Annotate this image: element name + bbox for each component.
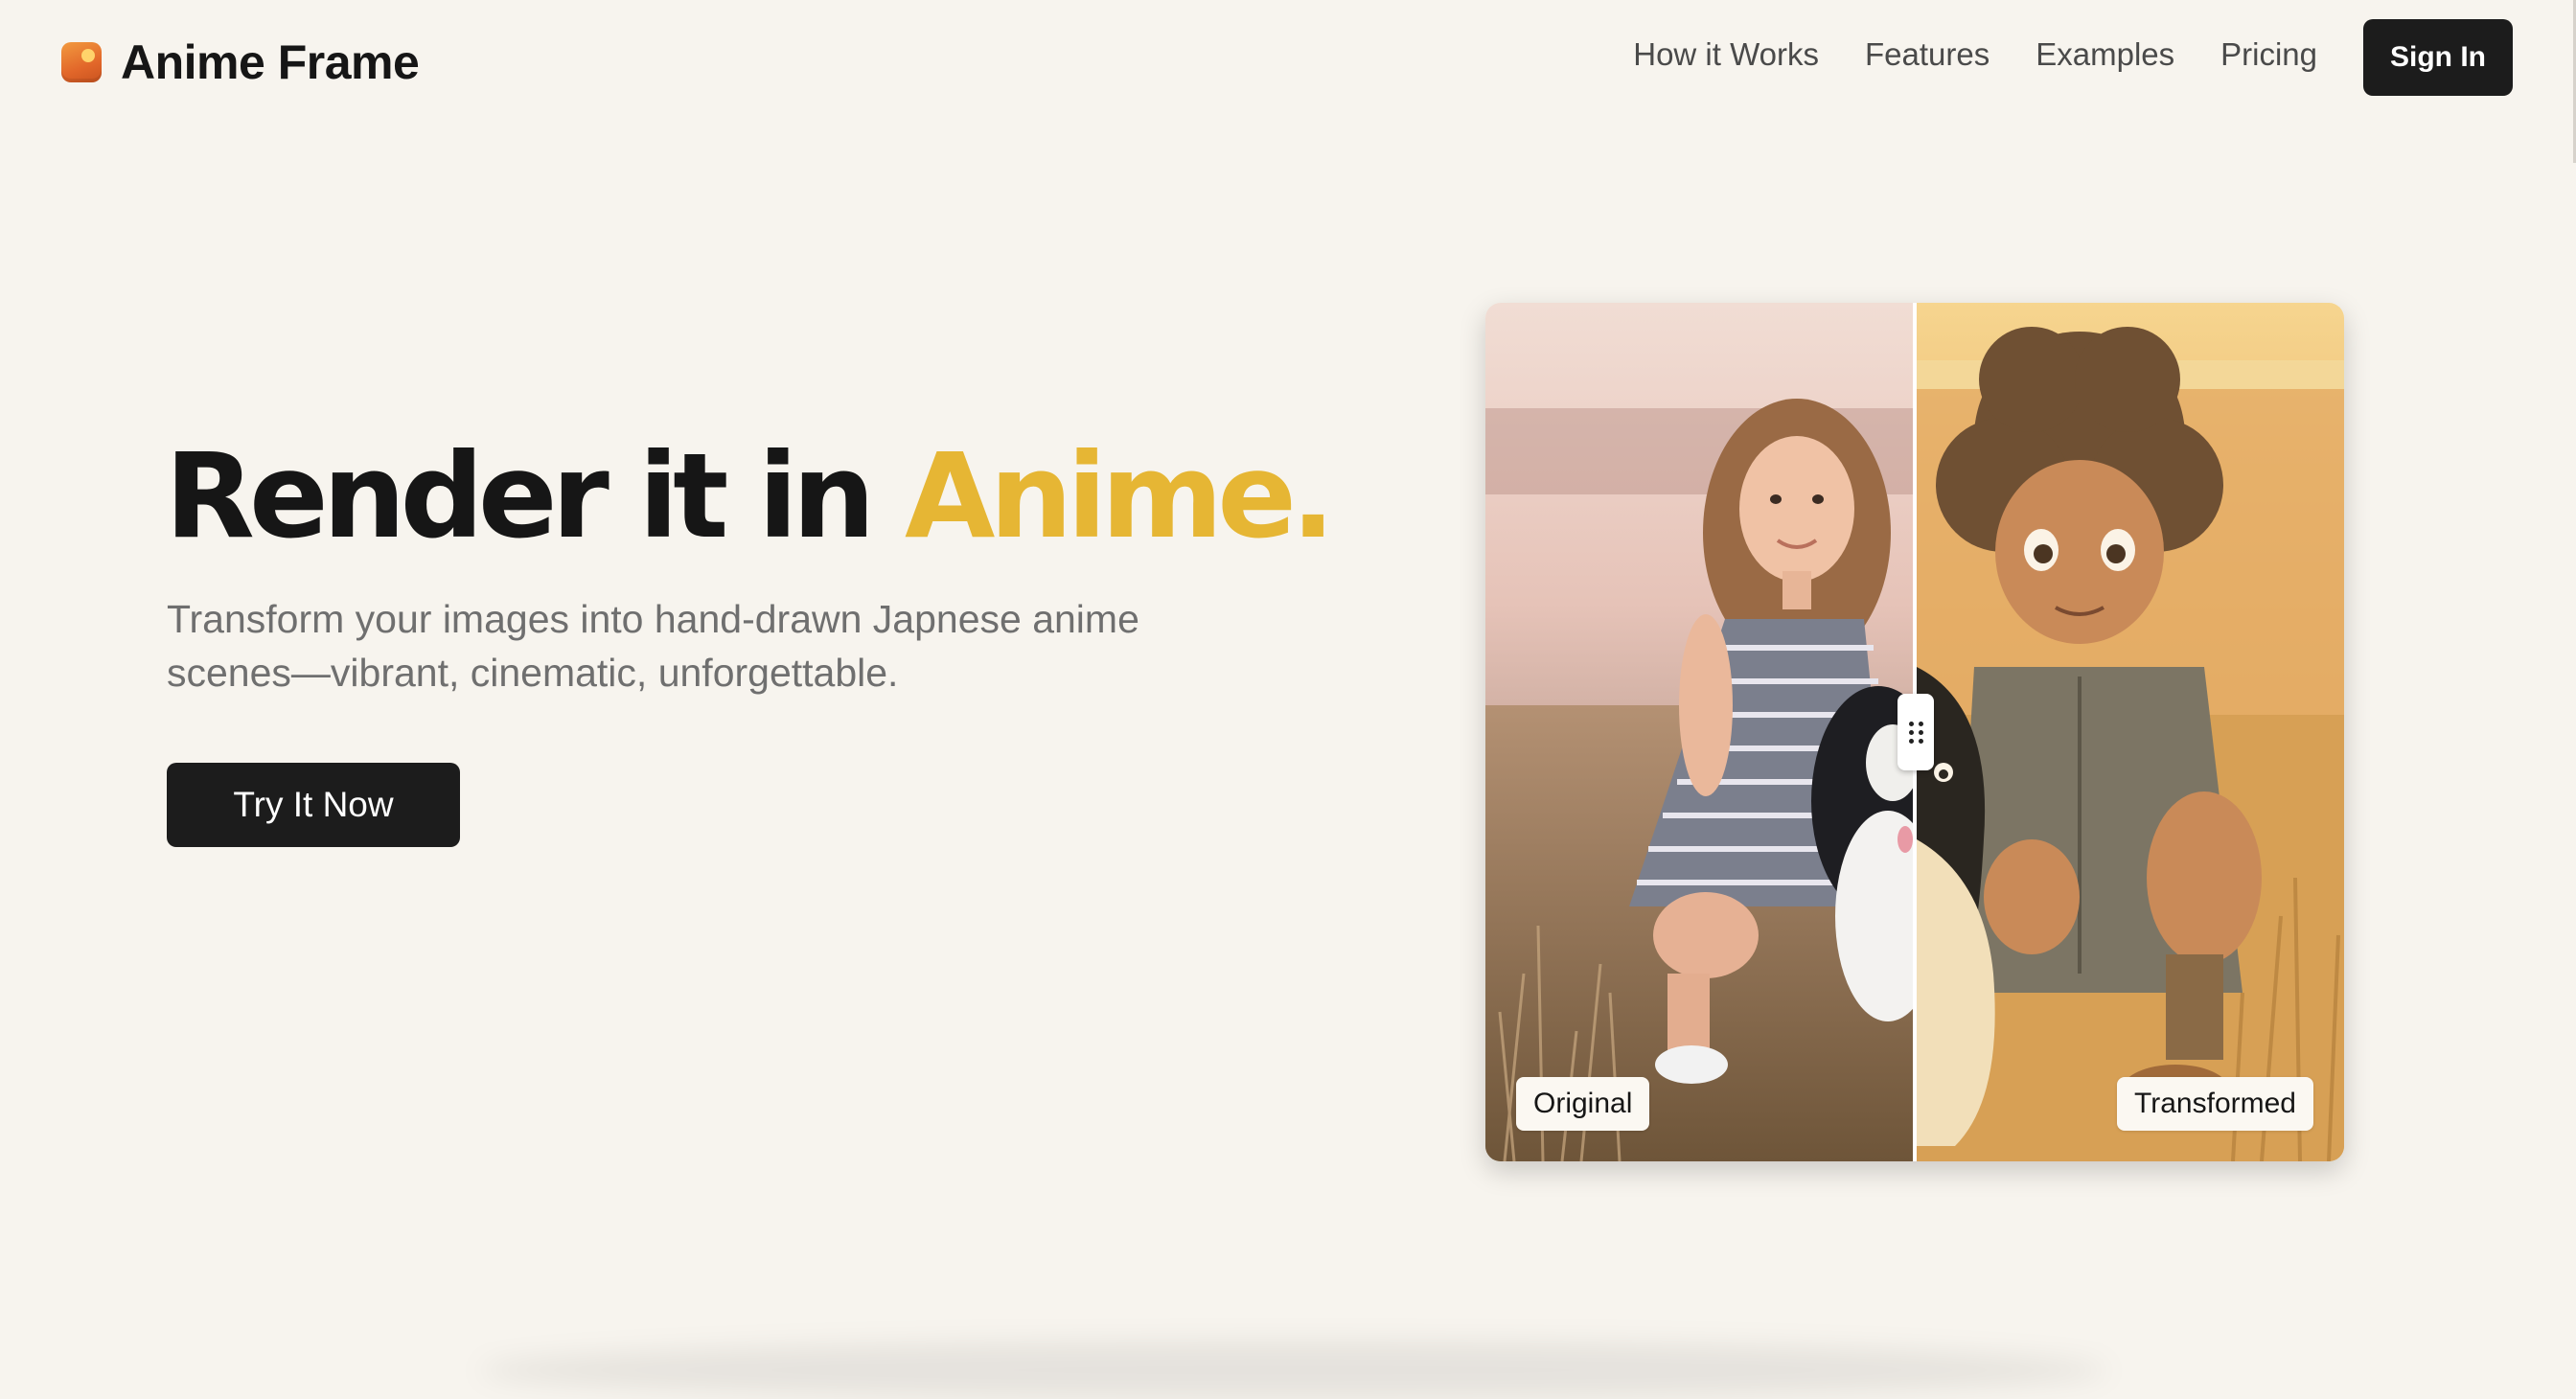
next-section-shadow [479,1342,2108,1399]
drag-handle-icon [1908,721,1923,744]
hero-subtitle: Transform your images into hand-drawn Ja… [167,597,1139,695]
before-after-comparison[interactable]: Original Transformed [1485,303,2344,1161]
brand-name: Anime Frame [121,35,420,89]
nav-link-pricing[interactable]: Pricing [2220,36,2317,73]
anime-frame-logo-icon [61,42,102,82]
try-it-now-button[interactable]: Try It Now [167,763,460,847]
hero-title: Render it in Anime. [165,428,1335,564]
hero-title-main: Render it in [165,428,876,564]
original-label: Original [1516,1077,1650,1131]
nav-link-how-it-works[interactable]: How it Works [1633,36,1819,73]
hero-title-accent: Anime. [905,428,1335,564]
nav-link-examples[interactable]: Examples [2036,36,2174,73]
brand-logo[interactable]: Anime Frame [61,34,420,90]
transformed-label: Transformed [2117,1077,2313,1131]
sign-in-button[interactable]: Sign In [2363,19,2513,96]
transformed-image [1917,303,2344,1161]
top-nav: Anime Frame How it Works Features Exampl… [0,0,2576,115]
comparison-slider-handle[interactable] [1898,694,1934,770]
nav-links: How it Works Features Examples Pricing [1633,36,2317,73]
original-image [1485,303,1913,1161]
nav-link-features[interactable]: Features [1865,36,1990,73]
